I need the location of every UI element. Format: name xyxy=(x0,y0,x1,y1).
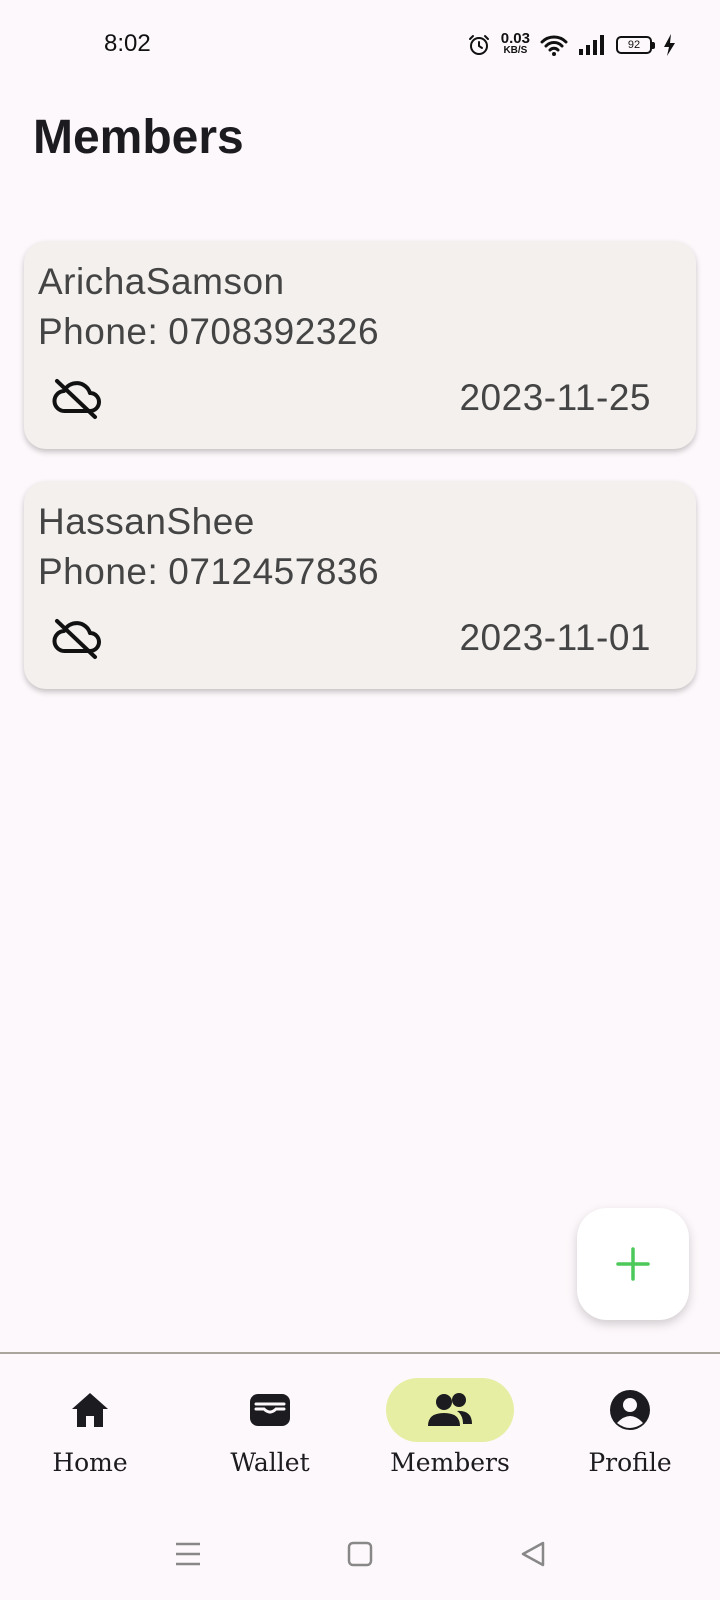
member-name: HassanShee xyxy=(38,501,255,542)
member-phone: Phone: 0708392326 xyxy=(38,311,379,353)
page-title: Members xyxy=(33,111,244,164)
member-date: 2023-11-01 xyxy=(459,617,651,658)
phone-label: Phone: xyxy=(38,551,159,592)
battery-level: 92 xyxy=(627,39,641,51)
home-icon xyxy=(72,1393,108,1427)
member-card[interactable]: ArichaSamson Phone: 0708392326 2023-11-25 xyxy=(24,241,696,449)
members-icon xyxy=(428,1393,472,1426)
cloud-off-icon[interactable] xyxy=(50,616,102,660)
member-date: 2023-11-25 xyxy=(459,377,651,418)
system-navigation-bar xyxy=(0,1504,720,1600)
menu-icon xyxy=(176,1542,200,1566)
member-name: ArichaSamson xyxy=(38,261,285,302)
nav-item-home[interactable]: Home xyxy=(0,1354,180,1504)
nav-item-wallet[interactable]: Wallet xyxy=(180,1354,360,1504)
plus-icon xyxy=(616,1247,650,1281)
add-member-button[interactable] xyxy=(577,1208,689,1320)
cloud-off-icon[interactable] xyxy=(50,376,102,420)
home-system-button[interactable] xyxy=(340,1534,380,1574)
wifi-icon xyxy=(540,35,568,56)
nav-item-profile[interactable]: Profile xyxy=(540,1354,720,1504)
bottom-navigation: Home Wallet Members Profile xyxy=(0,1352,720,1506)
nav-label: Profile xyxy=(588,1448,672,1477)
member-list: ArichaSamson Phone: 0708392326 2023-11-25… xyxy=(24,241,696,721)
phone-number: 0708392326 xyxy=(168,311,380,352)
nav-label: Home xyxy=(52,1448,128,1477)
nav-icon-container xyxy=(26,1378,154,1442)
status-bar: 8:02 0.03 KB/S 92 xyxy=(0,0,720,90)
nav-label: Members xyxy=(390,1448,510,1477)
nav-item-members[interactable]: Members xyxy=(360,1354,540,1504)
network-speed: 0.03 KB/S xyxy=(500,30,530,57)
back-button[interactable] xyxy=(513,1534,553,1574)
status-time: 8:02 xyxy=(104,30,151,57)
wallet-icon xyxy=(250,1394,290,1426)
phone-number: 0712457836 xyxy=(168,551,380,592)
battery-icon: 92 xyxy=(616,36,655,54)
profile-icon xyxy=(610,1390,650,1430)
nav-icon-container xyxy=(566,1378,694,1442)
status-icons: 0.03 KB/S 92 xyxy=(467,30,676,60)
nav-active-indicator xyxy=(386,1378,514,1442)
member-card[interactable]: HassanShee Phone: 0712457836 2023-11-01 xyxy=(24,481,696,689)
member-phone: Phone: 0712457836 xyxy=(38,551,379,593)
nav-label: Wallet xyxy=(230,1448,310,1477)
recent-apps-button[interactable] xyxy=(168,1534,208,1574)
charging-icon xyxy=(664,34,675,56)
alarm-icon xyxy=(468,35,489,55)
network-speed-unit: KB/S xyxy=(503,45,528,56)
network-speed-value: 0.03 xyxy=(500,30,530,47)
phone-label: Phone: xyxy=(38,311,159,352)
back-triangle-icon xyxy=(521,1541,545,1567)
nav-icon-container xyxy=(206,1378,334,1442)
square-icon xyxy=(347,1541,373,1567)
signal-icon xyxy=(579,35,604,55)
